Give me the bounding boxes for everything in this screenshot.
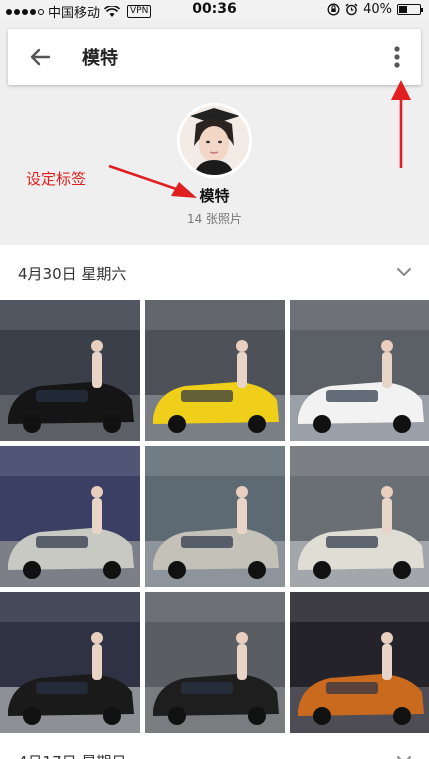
- section-date: 4月17日 星期日: [18, 751, 126, 759]
- photo-thumbnail[interactable]: [145, 446, 285, 587]
- annotation-arrow-to-name: [108, 164, 197, 198]
- battery-fill: [399, 6, 407, 13]
- section-header: 4月30日 星期六: [0, 245, 429, 300]
- battery-icon: [397, 4, 423, 15]
- chevron-down-icon[interactable]: [395, 263, 413, 281]
- more-vert-icon[interactable]: [387, 43, 407, 71]
- chevron-down-icon[interactable]: [395, 751, 413, 759]
- status-right: 40%: [327, 2, 423, 17]
- annotation-text: 设定标签: [26, 170, 87, 188]
- section-date: 4月30日 星期六: [18, 265, 127, 283]
- rotation-lock-icon: [327, 3, 340, 16]
- photo-thumbnail[interactable]: [0, 592, 140, 733]
- annotation-arrow-to-menu: [391, 80, 411, 168]
- label-photo-count: 14 张照片: [186, 212, 243, 226]
- battery-percent: 40%: [363, 2, 392, 17]
- photo-thumbnail[interactable]: [145, 300, 285, 441]
- photo-thumbnail[interactable]: [0, 446, 140, 587]
- page-title: 模特: [82, 48, 118, 69]
- app-bar: 模特: [8, 29, 421, 85]
- photo-thumbnail[interactable]: [290, 300, 429, 441]
- photo-thumbnail[interactable]: [290, 592, 429, 733]
- photo-thumbnail[interactable]: [0, 300, 140, 441]
- photo-thumbnail[interactable]: [290, 446, 429, 587]
- photo-thumbnail[interactable]: [145, 592, 285, 733]
- section-header: 4月17日 星期日: [0, 741, 429, 759]
- status-bar: 中国移动 VPN 00:36 40%: [0, 0, 429, 21]
- arrow-back-icon[interactable]: [26, 43, 54, 71]
- label-header: 模特 模特 14 张照片: [0, 20, 429, 245]
- alarm-icon: [345, 3, 358, 16]
